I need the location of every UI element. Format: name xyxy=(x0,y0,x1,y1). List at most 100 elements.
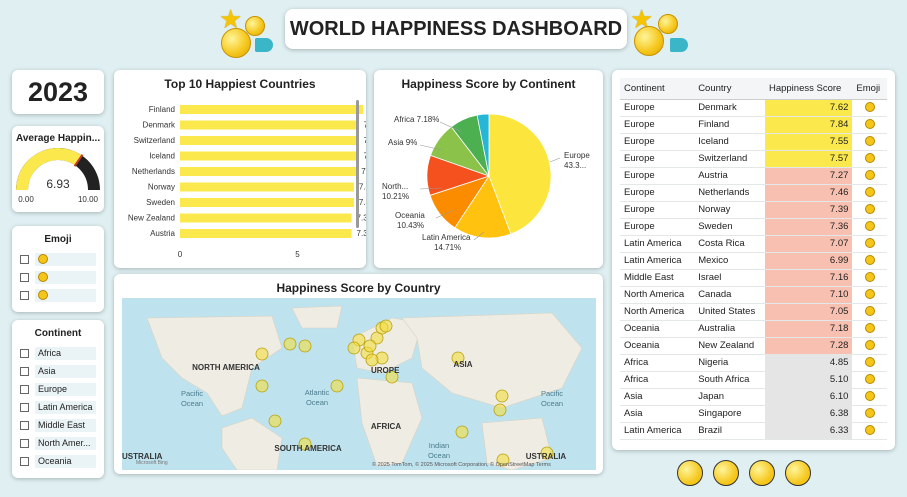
emoji-slicer-item-neutral[interactable] xyxy=(20,268,96,286)
face-emoji-icon xyxy=(864,374,875,385)
col-country[interactable]: Country xyxy=(694,78,765,100)
pie-label: 10.43% xyxy=(397,221,424,230)
country-bubble[interactable] xyxy=(298,339,312,353)
checkbox[interactable] xyxy=(20,438,29,448)
table-row[interactable]: Africa South Africa 5.10 xyxy=(620,371,887,389)
table-row[interactable]: North America United States 7.05 xyxy=(620,303,887,321)
table-row[interactable]: Oceania New Zealand 7.28 xyxy=(620,337,887,355)
continent-slicer: Continent Africa Asia Europe Latin America M… xyxy=(12,320,104,478)
country-cell: Austria xyxy=(694,167,765,185)
country-cell: New Zealand xyxy=(694,337,765,355)
bar[interactable] xyxy=(180,198,354,207)
bar[interactable] xyxy=(180,167,357,176)
checkbox[interactable] xyxy=(20,290,29,300)
emoji-slicer-item-sad[interactable] xyxy=(20,286,96,304)
country-cell: Norway xyxy=(694,201,765,219)
country-bubble[interactable] xyxy=(255,379,269,393)
continent-label: North Amer... xyxy=(35,436,96,450)
col-emoji[interactable]: Emoji xyxy=(852,78,887,100)
bar-category-label: Switzerland xyxy=(134,136,175,145)
face-emoji-icon xyxy=(864,255,875,266)
country-bubble[interactable] xyxy=(363,339,377,353)
country-bubble[interactable] xyxy=(268,414,282,428)
score-cell: 7.36 xyxy=(764,218,853,236)
table-row[interactable]: Latin America Mexico 6.99 xyxy=(620,252,887,270)
country-bubble[interactable] xyxy=(493,403,507,417)
face-emoji-icon xyxy=(864,119,875,130)
table-row[interactable]: Africa Nigeria 4.85 xyxy=(620,354,887,372)
country-bubble[interactable] xyxy=(255,347,269,361)
continent-slicer-item[interactable]: Middle East xyxy=(20,416,96,434)
continent-cell: Europe xyxy=(620,133,695,151)
country-table: Continent Country Happiness Score Emoji … xyxy=(612,70,895,450)
checkbox[interactable] xyxy=(20,254,29,264)
face-emoji-icon xyxy=(864,221,875,232)
emoji-cell xyxy=(852,320,887,338)
score-cell: 7.18 xyxy=(764,320,853,338)
emoji-slicer-item-grin[interactable] xyxy=(20,250,96,268)
laugh-face-icon xyxy=(785,460,811,486)
table-row[interactable]: Europe Switzerland 7.57 xyxy=(620,150,887,168)
face-emoji-icon xyxy=(864,306,875,317)
world-map[interactable]: NORTH AMERICA UROPE ASIA AFRICA SOUTH AMERIC… xyxy=(122,298,596,470)
pie-label: Oceania xyxy=(395,211,425,220)
bar[interactable] xyxy=(180,213,352,223)
table-row[interactable]: Oceania Australia 7.18 xyxy=(620,320,887,338)
checkbox[interactable] xyxy=(20,456,29,466)
continent-slicer-item[interactable]: Oceania xyxy=(20,452,96,470)
table-row[interactable]: Europe Finland 7.84 xyxy=(620,116,887,134)
table-row[interactable]: Europe Iceland 7.55 xyxy=(620,133,887,151)
continent-slicer-item[interactable]: North Amer... xyxy=(20,434,96,452)
country-bubble[interactable] xyxy=(455,425,469,439)
scrollbar[interactable] xyxy=(356,100,359,228)
table-row[interactable]: Europe Sweden 7.36 xyxy=(620,218,887,236)
checkbox[interactable] xyxy=(20,420,29,430)
country-bubble[interactable] xyxy=(365,353,379,367)
table-row[interactable]: Asia Singapore 6.38 xyxy=(620,405,887,423)
face-emoji-icon xyxy=(864,357,875,368)
checkbox[interactable] xyxy=(20,366,29,376)
continent-cell: Asia xyxy=(620,388,695,406)
bar[interactable] xyxy=(180,136,359,145)
table-row[interactable]: Latin America Brazil 6.33 xyxy=(620,422,887,440)
checkbox[interactable] xyxy=(20,384,29,394)
table-row[interactable]: Europe Denmark 7.62 xyxy=(620,99,887,117)
bar[interactable] xyxy=(180,151,359,161)
continent-slicer-item[interactable]: Asia xyxy=(20,362,96,380)
continent-slicer-item[interactable]: Latin America xyxy=(20,398,96,416)
bar-category-label: Denmark xyxy=(143,121,176,130)
score-cell: 7.16 xyxy=(764,269,853,287)
continent-slicer-item[interactable]: Europe xyxy=(20,380,96,398)
map-copyright: © 2025 TomTom, © 2025 Microsoft Corporat… xyxy=(372,461,551,468)
table-row[interactable]: Middle East Israel 7.16 xyxy=(620,269,887,287)
pie-chart-title: Happiness Score by Continent xyxy=(401,77,576,91)
country-bubble[interactable] xyxy=(347,341,361,355)
score-cell: 6.33 xyxy=(764,422,853,440)
continent-slicer-item[interactable]: Africa xyxy=(20,344,96,362)
table-row[interactable]: Europe Netherlands 7.46 xyxy=(620,184,887,202)
emoji-cell xyxy=(852,388,887,406)
checkbox[interactable] xyxy=(20,272,29,282)
checkbox[interactable] xyxy=(20,348,29,358)
table-row[interactable]: North America Canada 7.10 xyxy=(620,286,887,304)
emoji-cell xyxy=(852,269,887,287)
bar[interactable] xyxy=(180,120,359,130)
country-bubble[interactable] xyxy=(330,379,344,393)
table-row[interactable]: Europe Austria 7.27 xyxy=(620,167,887,185)
country-bubble[interactable] xyxy=(283,337,297,351)
bar[interactable] xyxy=(180,105,364,114)
col-happiness-score[interactable]: Happiness Score xyxy=(764,78,853,100)
table-row[interactable]: Latin America Costa Rica 7.07 xyxy=(620,235,887,253)
country-bubble[interactable] xyxy=(379,319,393,333)
continent-cell: Europe xyxy=(620,116,695,134)
col-continent[interactable]: Continent xyxy=(620,78,695,100)
bar[interactable] xyxy=(180,229,352,238)
bar[interactable] xyxy=(180,182,354,192)
map-label: AFRICA xyxy=(371,422,401,431)
country-bubble[interactable] xyxy=(495,389,509,403)
checkbox[interactable] xyxy=(20,402,29,412)
table-row[interactable]: Europe Norway 7.39 xyxy=(620,201,887,219)
country-cell: Finland xyxy=(694,116,765,134)
emoji-cell xyxy=(852,337,887,355)
table-row[interactable]: Asia Japan 6.10 xyxy=(620,388,887,406)
